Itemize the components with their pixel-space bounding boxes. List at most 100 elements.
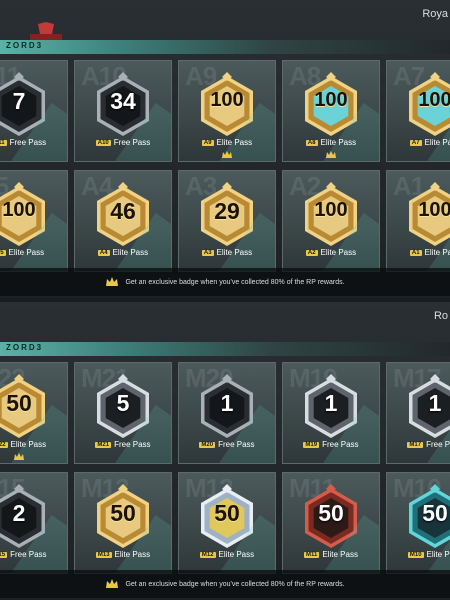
tier-code-chip: A8 [305, 139, 318, 146]
badge-card[interactable]: A5 100 A5Elite Pass [0, 170, 68, 272]
pass-label-row: M19 Free Pass [283, 440, 379, 449]
rank-badge-icon: 50 [404, 483, 450, 549]
pass-label-row: M11 Elite Pass [283, 550, 379, 559]
pass-label-row: A11Free Pass [0, 138, 67, 147]
pass-label-row: M13 Elite Pass [75, 550, 171, 559]
badge-value: 50 [110, 500, 136, 526]
badge-card[interactable]: M21 5 M21 Free Pass [74, 362, 172, 464]
pass-label-row: A1Elite Pass [387, 248, 450, 257]
badge-value: 50 [318, 500, 344, 526]
badge-card[interactable]: M10 50 M10Elite Pass [386, 472, 450, 574]
pass-type-label: Free Pass [426, 440, 450, 449]
pass-type-label: Elite Pass [10, 440, 47, 449]
tier-code-chip: A4 [97, 249, 110, 256]
badge-card[interactable]: A3 29 A3 Elite Pass [178, 170, 276, 272]
tier-code-chip: M19 [303, 441, 320, 448]
tier-code-chip: M12 [199, 551, 216, 558]
badge-value: 100 [314, 89, 348, 111]
section-label: ZORD3 [6, 41, 44, 50]
reward-footer: Get an exclusive badge when you've colle… [0, 268, 450, 296]
badge-card[interactable]: M19 1 M19 Free Pass [282, 362, 380, 464]
tier-code-chip: A9 [201, 139, 214, 146]
badge-card[interactable]: M11 50 M11 Elite Pass [282, 472, 380, 574]
rank-badge-icon: 100 [300, 71, 362, 137]
pass-type-label: Elite Pass [114, 550, 151, 559]
badge-value: 1 [428, 390, 442, 416]
pass-type-label: Free Pass [9, 138, 47, 147]
pass-type-label: Free Pass [114, 440, 151, 449]
section-strip: ZORD3 [0, 40, 450, 54]
section-label: ZORD3 [6, 343, 44, 352]
badge-card[interactable]: A7 100 A7Elite Pass [386, 60, 450, 162]
tier-code-chip: M17 [407, 441, 424, 448]
pass-type-label: Free Pass [322, 440, 359, 449]
top-bar: Ro [0, 302, 450, 342]
badge-value: 100 [418, 199, 450, 221]
badge-card[interactable]: A1 100 A1Elite Pass [386, 170, 450, 272]
rank-badge-icon: 1 [404, 373, 450, 439]
pass-type-label: Elite Pass [424, 138, 450, 147]
rank-badge-icon: 100 [196, 71, 258, 137]
rank-badge-icon: 50 [92, 483, 154, 549]
pass-label-row: M17Free Pass [387, 440, 450, 449]
tier-code-chip: A7 [409, 139, 422, 146]
rank-badge-icon: 50 [300, 483, 362, 549]
badge-card[interactable]: M13 50 M13 Elite Pass [74, 472, 172, 574]
pass-label-row: A5Elite Pass [0, 248, 67, 257]
pass-label-row: A10 Free Pass [75, 138, 171, 147]
tier-code-chip: M10 [407, 551, 424, 558]
badge-card[interactable]: M20 1 M20 Free Pass [178, 362, 276, 464]
tier-code-chip: M11 [304, 551, 320, 558]
badge-value: 1 [220, 390, 234, 416]
tier-code-chip: M20 [199, 441, 216, 448]
crown-icon [14, 453, 24, 460]
badge-card[interactable]: A2 100 A2 Elite Pass [282, 170, 380, 272]
rank-badge-icon: 29 [196, 181, 258, 247]
rank-badge-icon: 5 [92, 373, 154, 439]
badge-card[interactable]: A10 34 A10 Free Pass [74, 60, 172, 162]
badge-card[interactable]: A11 7 A11Free Pass [0, 60, 68, 162]
badge-value: 100 [418, 89, 450, 111]
badge-card[interactable]: M12 50 M12 Elite Pass [178, 472, 276, 574]
badge-card[interactable]: A8 100 A8 Elite Pass [282, 60, 380, 162]
rank-badge-icon: 100 [404, 71, 450, 137]
badge-value: 100 [314, 199, 348, 221]
pass-label-row: M20 Free Pass [179, 440, 275, 449]
rank-badge-icon: 50 [0, 373, 50, 439]
pass-type-label: Free Pass [10, 550, 47, 559]
rank-badge-icon: 1 [300, 373, 362, 439]
pass-label-row: A9 Elite Pass [179, 138, 275, 147]
header-title: Roya [422, 8, 448, 20]
crown-badge-icon [106, 277, 119, 286]
tier-code-chip: A1 [409, 249, 422, 256]
crown-icon [326, 151, 336, 158]
tier-code-chip: M15 [0, 551, 8, 558]
section-strip: ZORD3 [0, 342, 450, 356]
badge-card[interactable]: M22 50 M22Elite Pass [0, 362, 68, 464]
tier-code-chip: A11 [0, 139, 7, 146]
pass-label-row: A4 Elite Pass [75, 248, 171, 257]
pass-label-row: M10Elite Pass [387, 550, 450, 559]
rank-badge-icon: 46 [92, 181, 154, 247]
badge-value: 50 [6, 390, 32, 416]
badge-value: 5 [116, 390, 130, 416]
rank-badge-icon: 34 [92, 71, 154, 137]
badge-card[interactable]: M17 1 M17Free Pass [386, 362, 450, 464]
badge-value: 7 [12, 88, 26, 114]
rank-badges-panel-top: Roya ZORD3 A11 7 A11Free Pass A10 34 A10Free … [0, 0, 450, 298]
badge-card[interactable]: A9 100 A9 Elite Pass [178, 60, 276, 162]
pass-type-label: Elite Pass [216, 138, 253, 147]
header-title: Ro [433, 310, 448, 322]
badge-value: 2 [12, 500, 26, 526]
badge-card[interactable]: A4 46 A4 Elite Pass [74, 170, 172, 272]
rank-badges-panel-bottom: Ro ZORD3 M22 50 M22Elite Pass M21 5 M21Free P… [0, 302, 450, 600]
tier-code-chip: M21 [95, 441, 112, 448]
badge-value: 50 [214, 500, 240, 526]
footer-text: Get an exclusive badge when you've colle… [125, 580, 345, 588]
pass-type-label: Elite Pass [320, 138, 357, 147]
pass-label-row: M12 Elite Pass [179, 550, 275, 559]
pass-label-row: M15Free Pass [0, 550, 67, 559]
badge-card[interactable]: M15 2 M15Free Pass [0, 472, 68, 574]
pass-type-label: Elite Pass [112, 248, 149, 257]
pass-type-label: Free Pass [218, 440, 255, 449]
